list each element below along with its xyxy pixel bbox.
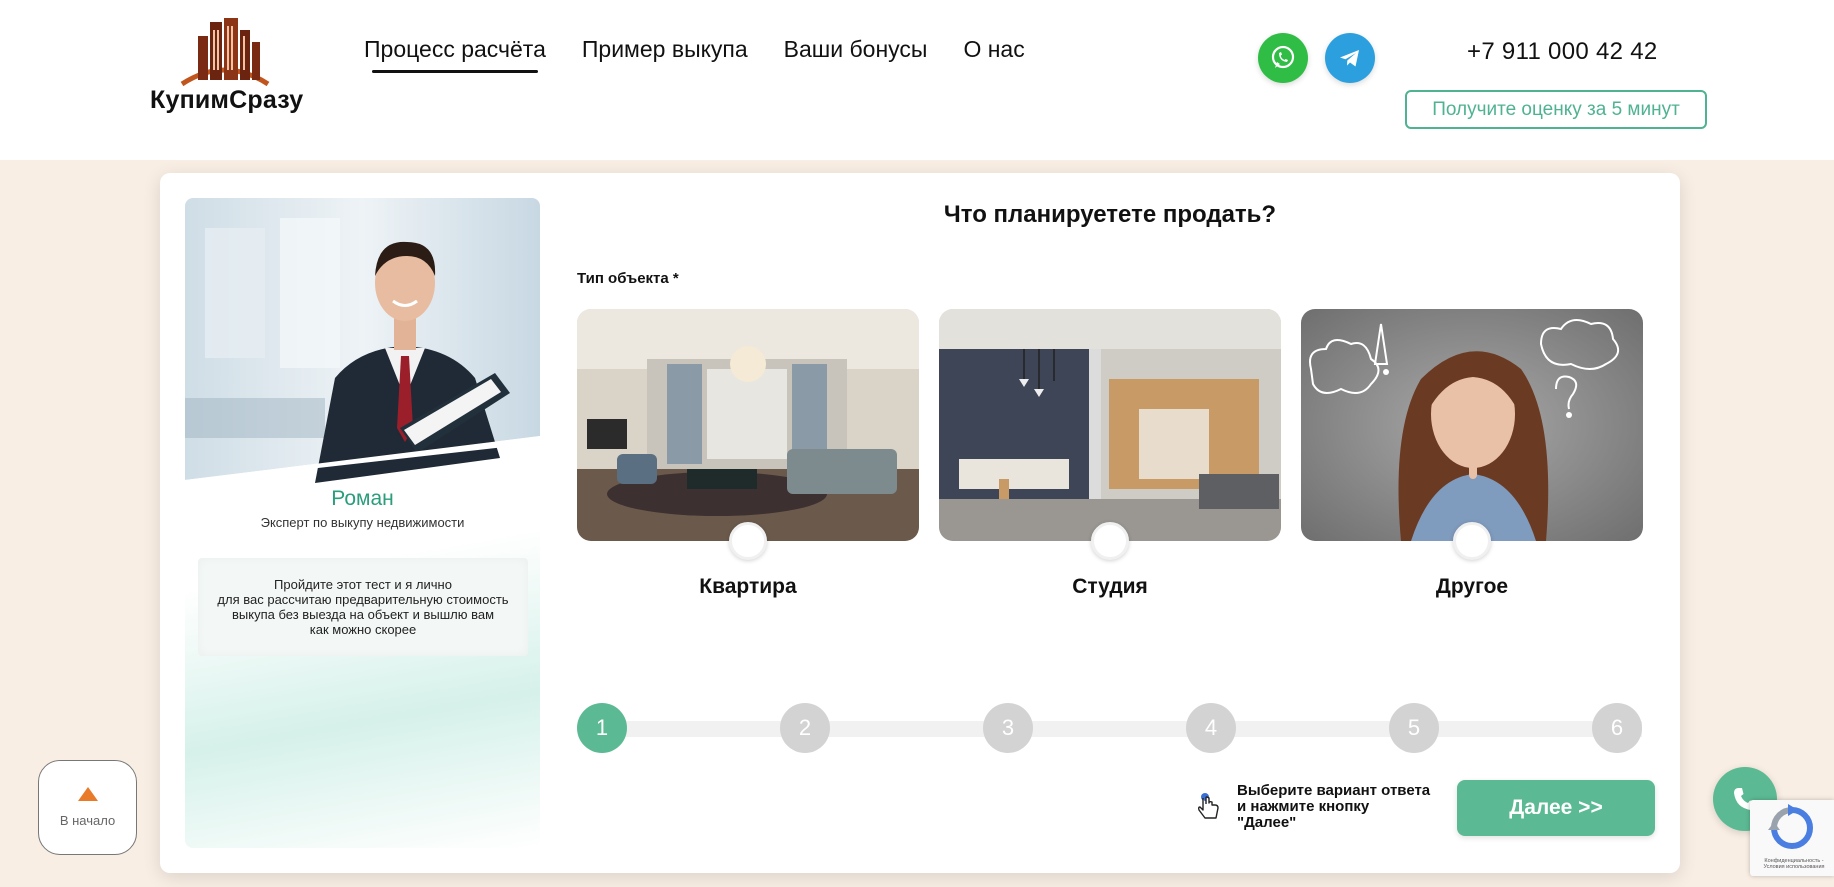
step-1[interactable]: 1 [577,703,627,753]
pointer-hand-icon [1197,793,1219,819]
recaptcha-badge[interactable]: Конфиденциальность - Условия использован… [1750,800,1834,876]
recaptcha-icon [1768,804,1813,849]
option-apartment-label: Квартира [699,575,797,598]
nav-item-bonuses[interactable]: Ваши бонусы [784,36,928,73]
step-2[interactable]: 2 [780,703,830,753]
option-studio[interactable]: Студия [939,309,1281,599]
get-estimate-button[interactable]: Получите оценку за 5 минут [1405,90,1707,129]
expert-note: Пройдите этот тест и я лично для вас рас… [198,558,528,656]
option-studio-label: Студия [1072,575,1148,598]
step-5[interactable]: 5 [1389,703,1439,753]
whatsapp-icon [1271,45,1295,69]
expert-photo [185,198,540,483]
other-image [1301,309,1643,541]
object-type-label: Тип объекта * [577,270,679,287]
recaptcha-text: Конфиденциальность - Условия использован… [1763,858,1825,870]
option-other-radio[interactable] [1453,522,1491,560]
hint-text: Выберите вариант ответа и нажмите кнопку… [1237,782,1431,831]
nav-item-example[interactable]: Пример выкупа [582,36,748,73]
logo-buildings-icon [180,18,270,87]
quiz-question: Что планируетете продать? [943,201,1277,228]
apartment-image [577,309,919,541]
logo-text: КупимСразу [150,86,304,114]
option-apartment-radio[interactable] [729,522,767,560]
expert-role: Эксперт по выкупу недвижимости [260,515,465,530]
progress-track [578,721,1642,737]
arrow-up-icon [77,787,98,801]
back-to-top-label: В начало [59,813,116,828]
main-nav: Процесс расчёта Пример выкупа Ваши бонус… [364,36,1025,73]
step-6[interactable]: 6 [1592,703,1642,753]
option-other-label: Другое [1435,575,1509,598]
step-3[interactable]: 3 [983,703,1033,753]
telegram-button[interactable] [1325,33,1375,83]
logo[interactable]: КупимСразу [150,16,304,116]
nav-item-about[interactable]: О нас [963,36,1024,73]
step-4[interactable]: 4 [1186,703,1236,753]
site-header: КупимСразу Процесс расчёта Пример выкупа… [0,0,1834,160]
back-to-top-button[interactable]: В начало [38,760,137,855]
phone-number[interactable]: +7 911 000 42 42 [1467,38,1658,66]
option-other[interactable]: Другое [1301,309,1643,599]
expert-name: Роман [331,487,394,510]
telegram-icon [1340,50,1359,67]
option-studio-radio[interactable] [1091,522,1129,560]
studio-image [939,309,1281,541]
expert-panel: Роман Эксперт по выкупу недвижимости Про… [185,198,540,848]
nav-item-process[interactable]: Процесс расчёта [364,36,546,73]
quiz-card: Роман Эксперт по выкупу недвижимости Про… [160,173,1680,873]
next-button[interactable]: Далее >> [1457,780,1655,836]
option-apartment[interactable]: Квартира [577,309,919,599]
whatsapp-button[interactable] [1258,33,1308,83]
